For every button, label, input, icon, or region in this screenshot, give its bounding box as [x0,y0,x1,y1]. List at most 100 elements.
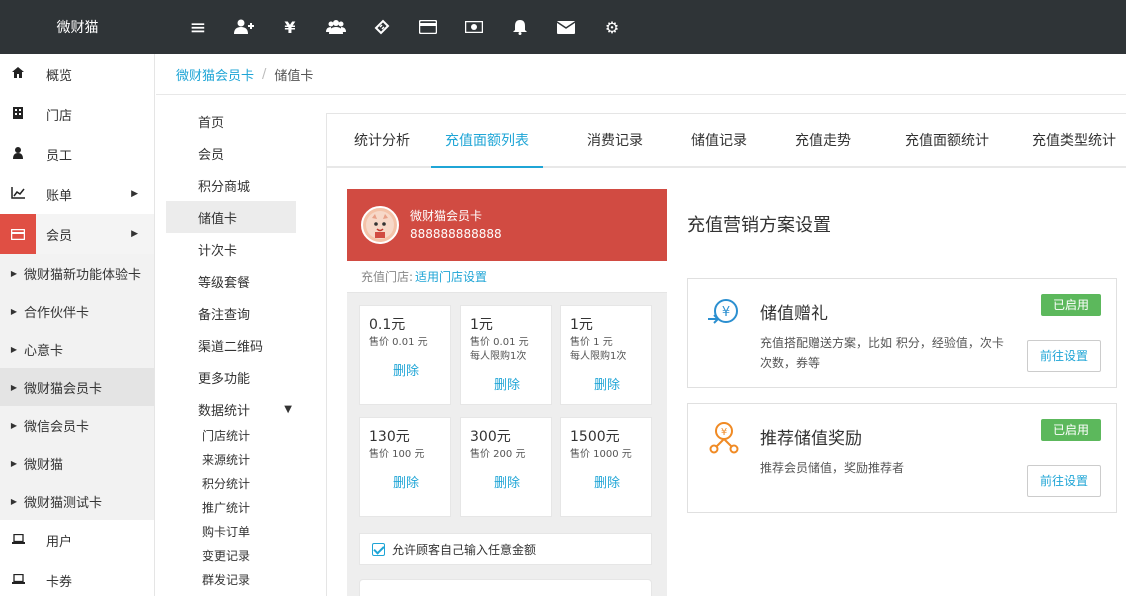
submenu-subitem-change-log[interactable]: 变更记录 [202,546,250,566]
sidebar-item-label: 概览 [46,68,73,84]
add-user-icon[interactable] [221,0,267,54]
triangle-right-icon: ▶ [10,268,18,278]
amount-price: 售价 200 元 [470,449,526,460]
amount-tile: 1元 售价 0.01 元 每人限购1次 删除 [460,305,552,405]
delete-amount-link[interactable]: 删除 [461,374,553,393]
svg-text:¥: ¥ [722,305,730,320]
delete-amount-link[interactable]: 删除 [561,374,653,393]
amount-tile: 130元 售价 100 元 删除 [359,417,451,517]
submenu-subitem-broadcast-log[interactable]: 群发记录 [202,570,250,590]
laptop-icon [0,533,36,547]
breadcrumb-parent-link[interactable]: 微财猫会员卡 [176,65,254,84]
money-icon[interactable] [451,0,497,54]
sidebar-item-coupons[interactable]: 卡券 [0,560,154,596]
user-icon [0,146,36,162]
tab-statistics[interactable]: 统计分析 [337,114,427,168]
submenu-subitem-store-stats[interactable]: 门店统计 [202,426,250,446]
amount-tile: 1元 售价 1 元 每人限购1次 删除 [560,305,652,405]
tab-stored-records[interactable]: 储值记录 [671,114,767,168]
submenu-item-stored-value[interactable]: 储值卡 [166,201,296,233]
main-sidebar: 概览 门店 员工 账单 ▶ 会员 ▶ ▶ 微财猫新功能体验卡 ▶ 合作伙伴卡 ▶ [0,54,155,596]
delete-amount-link[interactable]: 删除 [461,472,553,491]
submenu-item-members[interactable]: 会员 [166,137,296,169]
referral-settings-title: 推荐储值奖励 [760,429,862,449]
breadcrumb: 微财猫会员卡 / 储值卡 [156,54,1126,95]
amount-value: 1元 [570,317,593,333]
allow-custom-amount-label: 允许顾客自己输入任意金额 [392,542,537,557]
sidebar-subitem[interactable]: ▶ 微财猫新功能体验卡 [0,254,154,292]
submenu-subitem-promo-stats[interactable]: 推广统计 [202,498,250,518]
submenu-item-data-stats[interactable]: 数据统计 ▼ [166,393,296,425]
submenu-item-points-mall[interactable]: 积分商城 [166,169,296,201]
menu-icon[interactable]: ≡ [175,0,221,54]
breadcrumb-separator: / [262,66,267,82]
sidebar-item-label: 账单 [46,188,73,204]
sidebar-item-members[interactable]: 会员 ▶ [0,214,154,254]
recharge-store-line: 充值门店: 适用门店设置 [347,261,667,293]
tab-consumption-records[interactable]: 消费记录 [567,114,663,168]
sidebar-subitem-label: 心意卡 [24,343,64,359]
triangle-right-icon: ▶ [10,344,18,354]
settings-title: 充值营销方案设置 [687,215,831,236]
bell-icon[interactable] [497,0,543,54]
submenu-item-level-package[interactable]: 等级套餐 [166,265,296,297]
sidebar-item-label: 会员 [46,228,73,244]
credit-card-icon[interactable] [405,0,451,54]
submenu-item-note-query[interactable]: 备注查询 [166,297,296,329]
sidebar-item-label: 用户 [46,534,73,550]
tab-recharge-trend[interactable]: 充值走势 [775,114,871,168]
gift-settings-box: ¥ 储值赠礼 充值搭配赠送方案，比如 积分，经验值，次卡次数，券等 已启用 前往… [687,278,1117,388]
laptop-icon [0,573,36,587]
sidebar-item-stores[interactable]: 门店 [0,94,154,134]
go-settings-button[interactable]: 前往设置 [1027,465,1101,497]
delete-amount-link[interactable]: 删除 [360,472,452,491]
caret-down-icon: ▼ [284,403,292,415]
sidebar-item-staff[interactable]: 员工 [0,134,154,174]
tab-recharge-amounts[interactable]: 充值面额列表 [431,114,543,168]
amount-price: 售价 1 元 [570,337,613,348]
submenu-item-count-card[interactable]: 计次卡 [166,233,296,265]
sidebar-subitem[interactable]: ▶ 微财猫测试卡 [0,482,154,520]
allow-custom-amount-checkbox[interactable] [372,542,385,556]
sidebar-subitem[interactable]: ▶ 微信会员卡 [0,406,154,444]
triangle-right-icon: ▶ [10,306,18,316]
gift-settings-desc: 充值搭配赠送方案，比如 积分，经验值，次卡次数，券等 [760,336,1004,370]
submenu-item-more[interactable]: 更多功能 [166,361,296,393]
sidebar-subitem[interactable]: ▶ 合作伙伴卡 [0,292,154,330]
ticket-icon[interactable] [359,0,405,54]
amount-value: 0.1元 [369,317,406,333]
go-settings-button[interactable]: 前往设置 [1027,340,1101,372]
sidebar-item-bills[interactable]: 账单 ▶ [0,174,154,214]
delete-amount-link[interactable]: 删除 [360,360,452,379]
recharge-store-label: 充值门店: [361,270,414,284]
allow-custom-amount-row[interactable]: 允许顾客自己输入任意金额 [359,533,652,565]
amount-price: 售价 0.01 元 [369,337,428,348]
sidebar-item-overview[interactable]: 概览 [0,54,154,94]
card-name: 微财猫会员卡 [410,209,483,223]
submenu-subitem-points-stats[interactable]: 积分统计 [202,474,250,494]
gear-icon[interactable]: ⚙ [589,0,635,54]
store-settings-link[interactable]: 适用门店设置 [415,268,487,285]
brand-logo[interactable]: 微财猫 [0,0,155,54]
sidebar-subitem[interactable]: ▶ 微财猫 [0,444,154,482]
card-preview: 微财猫会员卡 888888888888 充值门店: 适用门店设置 0.1元 售价… [347,189,667,596]
tab-recharge-type-stats[interactable]: 充值类型统计 [1021,114,1126,168]
delete-amount-link[interactable]: 删除 [561,472,653,491]
submenu-subitem-source-stats[interactable]: 来源统计 [202,450,250,470]
line-chart-icon [0,186,36,202]
envelope-icon[interactable] [543,0,589,54]
triangle-right-icon: ▶ [10,496,18,506]
amount-tile: 0.1元 售价 0.01 元 删除 [359,305,451,405]
yen-icon[interactable]: ¥ [267,0,313,54]
sidebar-subitem-active[interactable]: ▶ 微财猫会员卡 [0,368,154,406]
sidebar-item-label: 卡券 [46,574,73,590]
submenu-subitem-card-orders[interactable]: 购卡订单 [202,522,250,542]
submenu-item-channel-qrcode[interactable]: 渠道二维码 [166,329,296,361]
referral-settings-box: ¥ 推荐储值奖励 推荐会员储值，奖励推荐者 已启用 前往设置 [687,403,1117,513]
sidebar-item-users[interactable]: 用户 [0,520,154,560]
sidebar-subitem[interactable]: ▶ 心意卡 [0,330,154,368]
users-icon[interactable] [313,0,359,54]
tab-recharge-amount-stats[interactable]: 充值面额统计 [887,114,1007,168]
sidebar-subitem-label: 微财猫 [24,457,64,473]
submenu-item-home[interactable]: 首页 [166,105,296,137]
